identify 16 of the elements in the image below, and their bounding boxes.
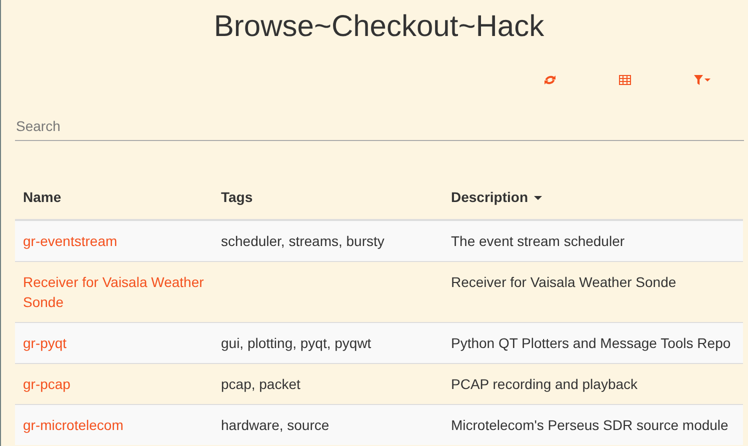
package-link[interactable]: gr-microtelecom (23, 415, 205, 435)
description-text: PCAP recording and playback (451, 376, 638, 392)
tags-text: hardware, source (221, 417, 330, 433)
page-title: Browse~Checkout~Hack (212, 9, 546, 44)
package-link[interactable]: gr-pcap (23, 374, 205, 394)
description-text: Python QT Plotters and Message Tools Repo (451, 335, 731, 351)
tags-text: gui, plotting, pyqt, pyqwt (221, 335, 372, 351)
description-text: Microtelecom's Perseus SDR source module (451, 417, 728, 433)
package-link[interactable]: gr-pyqt (23, 333, 205, 353)
tags-text: scheduler, streams, bursty (221, 233, 384, 249)
tags-text: pcap, packet (221, 376, 300, 392)
package-link[interactable]: Receiver for Vaisala Weather Sonde (23, 272, 205, 312)
search-field[interactable]: Search (15, 112, 744, 141)
description-text: The event stream scheduler (451, 233, 625, 249)
package-link[interactable]: gr-eventstream (23, 231, 205, 251)
description-text: Receiver for Vaisala Weather Sonde (451, 274, 676, 290)
